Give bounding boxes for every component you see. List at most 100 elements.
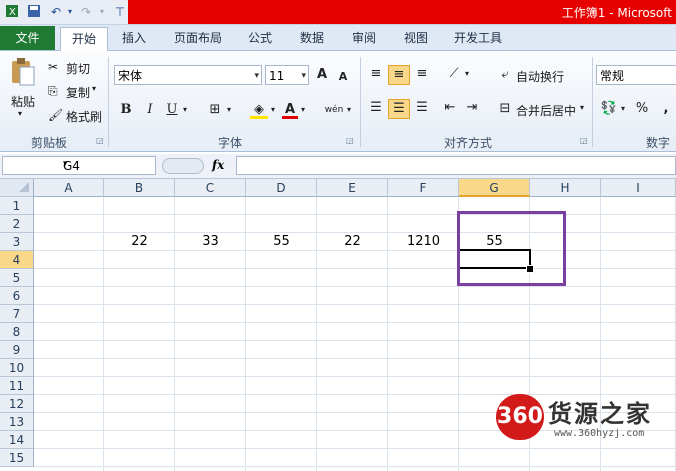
fill-color-dropdown-icon[interactable]: ▾ bbox=[268, 101, 278, 119]
comma-button[interactable]: , bbox=[660, 100, 672, 118]
row-header-3[interactable]: 3 bbox=[0, 233, 34, 251]
font-color-dropdown-icon[interactable]: ▾ bbox=[298, 101, 308, 119]
wrap-text-icon[interactable]: ⤶ bbox=[496, 66, 514, 84]
align-middle-icon[interactable]: ≡ bbox=[388, 65, 410, 85]
cell-E3[interactable]: 22 bbox=[317, 233, 388, 251]
fill-color-icon[interactable]: ◈ bbox=[250, 101, 268, 119]
row-header-2[interactable]: 2 bbox=[0, 215, 34, 233]
tab-data[interactable]: 数据 bbox=[292, 29, 332, 47]
copy-button[interactable]: 复制 bbox=[66, 84, 90, 101]
italic-button[interactable]: I bbox=[142, 101, 158, 119]
cut-icon[interactable]: ✂ bbox=[48, 60, 58, 74]
row-header-7[interactable]: 7 bbox=[0, 305, 34, 323]
alignment-launcher-icon[interactable]: ◲ bbox=[580, 137, 588, 145]
font-name-select[interactable]: 宋体 ▾ bbox=[114, 65, 262, 85]
number-format-select[interactable]: 常规 bbox=[596, 65, 676, 85]
cell-F3[interactable]: 1210 bbox=[388, 233, 459, 251]
shrink-font-button[interactable]: A bbox=[336, 68, 350, 86]
align-left-icon[interactable]: ☰ bbox=[366, 99, 386, 117]
underline-dropdown-icon[interactable]: ▾ bbox=[180, 101, 190, 119]
align-center-icon[interactable]: ☰ bbox=[388, 99, 410, 119]
percent-button[interactable]: % bbox=[634, 100, 650, 118]
row-header-5[interactable]: 5 bbox=[0, 269, 34, 287]
row-header-6[interactable]: 6 bbox=[0, 287, 34, 305]
column-header-A[interactable]: A bbox=[34, 179, 104, 197]
wrap-text-button[interactable]: 自动换行 bbox=[516, 68, 564, 85]
column-header-C[interactable]: C bbox=[175, 179, 246, 197]
tab-page-layout[interactable]: 页面布局 bbox=[168, 29, 228, 47]
orientation-dropdown-icon[interactable]: ▾ bbox=[462, 65, 472, 83]
bold-button[interactable]: B bbox=[118, 101, 134, 119]
tab-home[interactable]: 开始 bbox=[60, 27, 108, 51]
column-header-H[interactable]: H bbox=[530, 179, 601, 197]
phonetic-dropdown-icon[interactable]: ▾ bbox=[344, 101, 354, 119]
column-header-G[interactable]: G bbox=[459, 179, 530, 197]
tab-insert[interactable]: 插入 bbox=[114, 29, 154, 47]
chevron-down-icon: ▾ bbox=[254, 71, 259, 81]
font-color-button[interactable]: A bbox=[282, 101, 298, 119]
currency-dropdown-icon[interactable]: ▾ bbox=[618, 100, 628, 118]
align-right-icon[interactable]: ☰ bbox=[412, 99, 432, 117]
tab-file[interactable]: 文件 bbox=[0, 26, 55, 50]
row-header-9[interactable]: 9 bbox=[0, 341, 34, 359]
phonetic-button[interactable]: wén bbox=[322, 101, 346, 119]
grow-font-button[interactable]: A bbox=[314, 66, 330, 84]
decrease-indent-icon[interactable]: ⇤ bbox=[440, 99, 460, 117]
insert-function-button[interactable]: fx bbox=[212, 158, 224, 172]
cell-D3[interactable]: 55 bbox=[246, 233, 317, 251]
row-header-15[interactable]: 15 bbox=[0, 449, 34, 467]
cell-C3[interactable]: 33 bbox=[175, 233, 246, 251]
tab-formulas[interactable]: 公式 bbox=[240, 29, 280, 47]
paste-label[interactable]: 粘贴 bbox=[11, 93, 35, 110]
align-top-icon[interactable]: ≡ bbox=[366, 65, 386, 83]
paste-icon[interactable] bbox=[8, 57, 36, 87]
row-header-10[interactable]: 10 bbox=[0, 359, 34, 377]
row-header-4[interactable]: 4 bbox=[0, 251, 34, 269]
formula-input[interactable] bbox=[236, 156, 676, 175]
merge-dropdown-icon[interactable]: ▾ bbox=[580, 103, 584, 112]
select-all-corner[interactable] bbox=[0, 179, 34, 197]
copy-dropdown-icon[interactable]: ▾ bbox=[92, 84, 96, 93]
clipboard-launcher-icon[interactable]: ◲ bbox=[96, 137, 104, 145]
currency-icon[interactable]: 💱 bbox=[600, 100, 618, 118]
underline-button[interactable]: U bbox=[164, 101, 180, 119]
merge-center-icon[interactable]: ⊟ bbox=[496, 100, 514, 118]
font-size-select[interactable]: 11 ▾ bbox=[265, 65, 309, 85]
formula-bar-splitter[interactable] bbox=[162, 158, 204, 174]
save-icon[interactable] bbox=[26, 4, 42, 20]
tab-developer[interactable]: 开发工具 bbox=[448, 29, 508, 47]
copy-icon[interactable]: ⎘ bbox=[48, 84, 58, 99]
borders-dropdown-icon[interactable]: ▾ bbox=[224, 101, 234, 119]
row-header-14[interactable]: 14 bbox=[0, 431, 34, 449]
redo-dropdown-icon[interactable]: ▾ bbox=[94, 4, 110, 20]
merge-center-button[interactable]: 合并后居中 bbox=[516, 102, 576, 119]
borders-icon[interactable]: ⊞ bbox=[206, 101, 224, 119]
column-header-D[interactable]: D bbox=[246, 179, 317, 197]
redo-icon[interactable]: ↷ bbox=[78, 4, 94, 20]
column-header-E[interactable]: E bbox=[317, 179, 388, 197]
increase-indent-icon[interactable]: ⇥ bbox=[462, 99, 482, 117]
column-header-B[interactable]: B bbox=[104, 179, 175, 197]
undo-dropdown-icon[interactable]: ▾ bbox=[62, 4, 78, 20]
column-header-I[interactable]: I bbox=[601, 179, 676, 197]
tab-view[interactable]: 视图 bbox=[396, 29, 436, 47]
name-box[interactable]: G4 ▾ bbox=[2, 156, 156, 175]
column-header-F[interactable]: F bbox=[388, 179, 459, 197]
paste-dropdown-icon[interactable]: ▾ bbox=[18, 109, 22, 118]
row-header-12[interactable]: 12 bbox=[0, 395, 34, 413]
cell-B3[interactable]: 22 bbox=[104, 233, 175, 251]
orientation-icon[interactable]: ⟋ bbox=[444, 65, 464, 83]
tab-review[interactable]: 审阅 bbox=[344, 29, 384, 47]
row-header-11[interactable]: 11 bbox=[0, 377, 34, 395]
customize-toolbar-icon[interactable]: ⊤ bbox=[112, 4, 128, 20]
row-header-13[interactable]: 13 bbox=[0, 413, 34, 431]
format-painter-button[interactable]: 格式刷 bbox=[66, 108, 102, 125]
grid-hline bbox=[34, 340, 676, 341]
row-header-8[interactable]: 8 bbox=[0, 323, 34, 341]
cut-button[interactable]: 剪切 bbox=[66, 60, 90, 77]
align-bottom-icon[interactable]: ≡ bbox=[412, 65, 432, 83]
highlight-annotation-box bbox=[457, 211, 566, 286]
font-launcher-icon[interactable]: ◲ bbox=[346, 137, 354, 145]
row-header-1[interactable]: 1 bbox=[0, 197, 34, 215]
format-painter-icon[interactable]: 🖌 bbox=[48, 108, 63, 122]
